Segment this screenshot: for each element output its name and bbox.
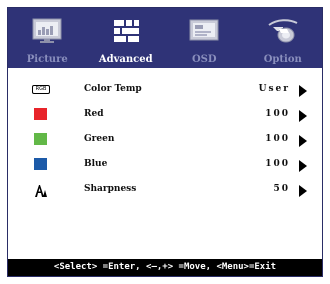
right-arrow-icon[interactable] xyxy=(299,135,307,147)
row-value: 50 xyxy=(273,184,290,194)
tab-option[interactable]: Option xyxy=(244,8,323,68)
tab-bar: Picture Advanced OSD Option xyxy=(8,8,322,68)
row-green[interactable]: Green 100 xyxy=(8,130,322,155)
red-swatch-icon xyxy=(34,108,48,122)
row-value: 100 xyxy=(265,109,290,119)
right-arrow-icon[interactable] xyxy=(299,160,307,172)
settings-list: RGB Color Temp User Red 100 Green 100 Bl… xyxy=(8,80,322,205)
tab-advanced-label: Advanced xyxy=(98,54,153,65)
tab-picture-label: Picture xyxy=(26,54,68,65)
right-arrow-icon[interactable] xyxy=(299,185,307,197)
picture-monitor-icon xyxy=(30,17,64,45)
option-hand-icon xyxy=(266,17,300,45)
row-label: Blue xyxy=(84,159,108,169)
row-sharpness[interactable]: Sharpness 50 xyxy=(8,180,322,205)
row-value: 100 xyxy=(265,159,290,169)
row-label: Red xyxy=(84,109,104,119)
row-value: 100 xyxy=(265,134,290,144)
row-value: User xyxy=(258,84,290,94)
osd-menu: Picture Advanced OSD Option RGB Color Te… xyxy=(7,7,323,277)
right-arrow-icon[interactable] xyxy=(299,85,307,97)
row-label: Color Temp xyxy=(84,84,142,94)
osd-window-icon xyxy=(187,17,221,45)
advanced-grid-icon xyxy=(109,17,143,45)
row-label: Green xyxy=(84,134,115,144)
tab-advanced[interactable]: Advanced xyxy=(87,8,166,68)
tab-osd-label: OSD xyxy=(191,54,217,65)
tab-option-label: Option xyxy=(263,54,302,65)
sharpness-icon xyxy=(34,183,48,197)
tab-picture[interactable]: Picture xyxy=(8,8,87,68)
tab-osd[interactable]: OSD xyxy=(165,8,244,68)
row-blue[interactable]: Blue 100 xyxy=(8,155,322,180)
right-arrow-icon[interactable] xyxy=(299,110,307,122)
row-color-temp[interactable]: RGB Color Temp User xyxy=(8,80,322,105)
row-label: Sharpness xyxy=(84,184,137,194)
rgb-icon: RGB xyxy=(32,83,50,97)
key-hint-bar: <Select> =Enter, <–,+> =Move, <Menu>=Exi… xyxy=(8,259,322,276)
blue-swatch-icon xyxy=(34,158,48,172)
green-swatch-icon xyxy=(34,133,48,147)
row-red[interactable]: Red 100 xyxy=(8,105,322,130)
